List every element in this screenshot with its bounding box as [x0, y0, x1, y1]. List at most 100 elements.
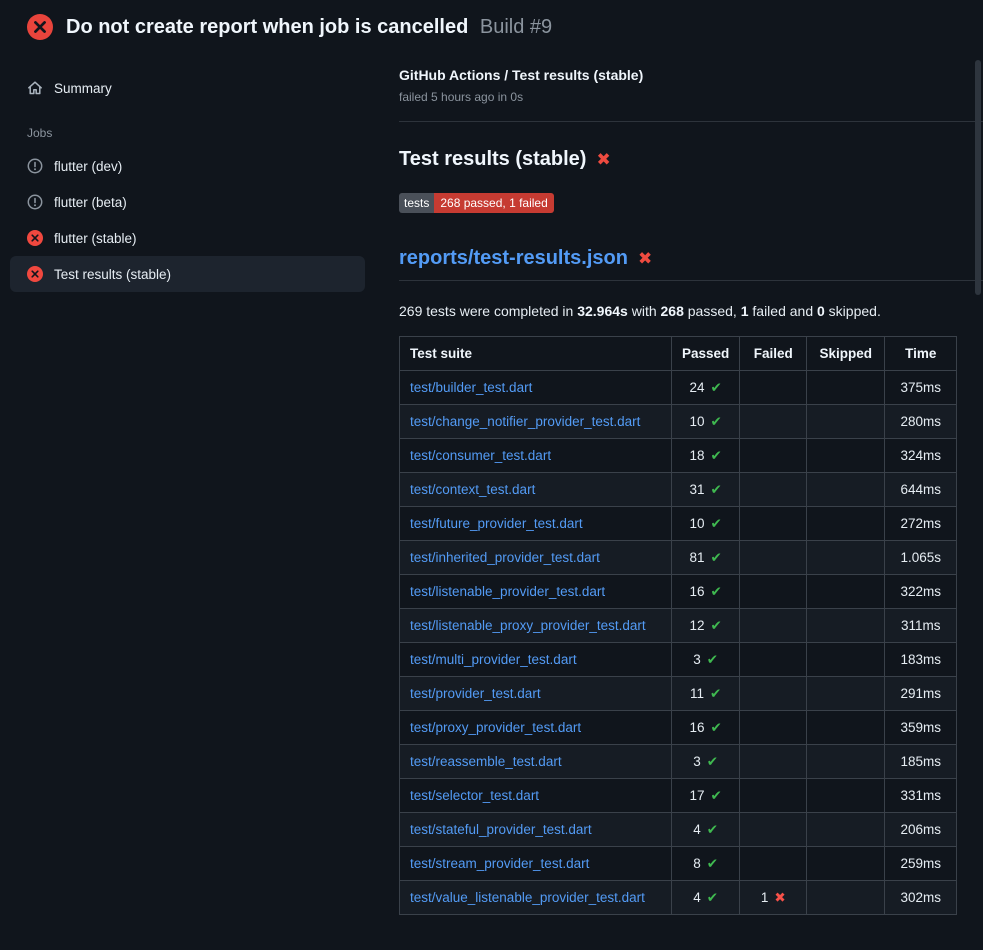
- check-icon: ✔: [711, 482, 722, 498]
- test-suite-link[interactable]: test/value_listenable_provider_test.dart: [410, 890, 645, 905]
- skipped-cell: [807, 847, 885, 881]
- scrollbar-thumb[interactable]: [975, 60, 981, 295]
- summary-failed: 1: [741, 303, 749, 319]
- failed-count-cell: [740, 473, 807, 507]
- column-header: Failed: [740, 337, 807, 371]
- sidebar-item-flutter-stable[interactable]: flutter (stable): [10, 220, 365, 256]
- passed-count-cell: 12✔: [672, 609, 740, 643]
- report-link[interactable]: reports/test-results.json: [399, 247, 628, 270]
- table-row: test/context_test.dart31✔644ms: [400, 473, 957, 507]
- summary-segment: skipped.: [825, 303, 881, 319]
- test-suite-cell: test/consumer_test.dart: [400, 439, 672, 473]
- passed-count: 4: [693, 822, 701, 837]
- test-suite-cell: test/provider_test.dart: [400, 677, 672, 711]
- divider: [399, 121, 983, 122]
- time-cell: 375ms: [885, 371, 957, 405]
- test-suite-cell: test/builder_test.dart: [400, 371, 672, 405]
- summary-segment: failed and: [749, 303, 818, 319]
- time-cell: 311ms: [885, 609, 957, 643]
- time-cell: 259ms: [885, 847, 957, 881]
- summary-segment: with: [628, 303, 661, 319]
- failed-count-cell: [740, 813, 807, 847]
- check-icon: ✔: [707, 754, 718, 770]
- check-icon: ✔: [711, 380, 722, 396]
- test-suite-link[interactable]: test/reassemble_test.dart: [410, 754, 562, 769]
- test-suite-link[interactable]: test/multi_provider_test.dart: [410, 652, 577, 667]
- passed-count: 18: [689, 448, 704, 463]
- build-header: Do not create report when job is cancell…: [0, 0, 983, 50]
- test-suite-link[interactable]: test/provider_test.dart: [410, 686, 541, 701]
- time-cell: 359ms: [885, 711, 957, 745]
- test-suite-cell: test/stream_provider_test.dart: [400, 847, 672, 881]
- test-suite-link[interactable]: test/selector_test.dart: [410, 788, 539, 803]
- x-icon: ✖: [774, 890, 785, 906]
- time-cell: 324ms: [885, 439, 957, 473]
- sidebar-item-label: flutter (stable): [54, 231, 137, 246]
- test-suite-cell: test/stateful_provider_test.dart: [400, 813, 672, 847]
- test-suite-link[interactable]: test/inherited_provider_test.dart: [410, 550, 600, 565]
- test-suite-link[interactable]: test/future_provider_test.dart: [410, 516, 583, 531]
- sidebar-item-flutter-dev[interactable]: flutter (dev): [10, 148, 365, 184]
- test-suite-link[interactable]: test/stream_provider_test.dart: [410, 856, 589, 871]
- time-cell: 331ms: [885, 779, 957, 813]
- table-row: test/listenable_proxy_provider_test.dart…: [400, 609, 957, 643]
- check-icon: ✔: [711, 788, 722, 804]
- results-table-body: test/builder_test.dart24✔375mstest/chang…: [400, 371, 957, 915]
- failed-count-cell: [740, 745, 807, 779]
- sidebar-item-test-results-stable[interactable]: Test results (stable): [10, 256, 365, 292]
- failed-count-cell: [740, 779, 807, 813]
- passed-count-cell: 17✔: [672, 779, 740, 813]
- test-suite-link[interactable]: test/listenable_provider_test.dart: [410, 584, 605, 599]
- passed-count-cell: 31✔: [672, 473, 740, 507]
- failed-count-cell: [740, 371, 807, 405]
- test-suite-link[interactable]: test/context_test.dart: [410, 482, 535, 497]
- skipped-cell: [807, 677, 885, 711]
- badge-label: tests: [399, 193, 434, 213]
- skipped-cell: [807, 575, 885, 609]
- test-suite-cell: test/change_notifier_provider_test.dart: [400, 405, 672, 439]
- passed-count-cell: 81✔: [672, 541, 740, 575]
- skipped-cell: [807, 609, 885, 643]
- page-title: Do not create report when job is cancell…: [66, 16, 552, 39]
- test-suite-link[interactable]: test/stateful_provider_test.dart: [410, 822, 592, 837]
- check-icon: ✔: [711, 618, 722, 634]
- table-row: test/change_notifier_provider_test.dart1…: [400, 405, 957, 439]
- sidebar-item-label: Test results (stable): [54, 267, 171, 282]
- passed-count-cell: 10✔: [672, 507, 740, 541]
- time-cell: 183ms: [885, 643, 957, 677]
- summary-passed: 268: [661, 303, 684, 319]
- summary-segment: passed,: [684, 303, 741, 319]
- test-suite-cell: test/inherited_provider_test.dart: [400, 541, 672, 575]
- test-suite-link[interactable]: test/listenable_proxy_provider_test.dart: [410, 618, 646, 633]
- sidebar-item-flutter-beta[interactable]: flutter (beta): [10, 184, 365, 220]
- test-suite-link[interactable]: test/consumer_test.dart: [410, 448, 551, 463]
- test-suite-link[interactable]: test/change_notifier_provider_test.dart: [410, 414, 640, 429]
- test-suite-cell: test/proxy_provider_test.dart: [400, 711, 672, 745]
- failed-count-cell: [740, 677, 807, 711]
- tests-badge: tests 268 passed, 1 failed: [399, 193, 554, 213]
- failed-count-cell: [740, 643, 807, 677]
- passed-count-cell: 4✔: [672, 881, 740, 915]
- failed-count-cell: [740, 405, 807, 439]
- skipped-cell: [807, 473, 885, 507]
- sidebar-item-summary[interactable]: Summary: [10, 70, 365, 106]
- column-header: Passed: [672, 337, 740, 371]
- test-suite-link[interactable]: test/builder_test.dart: [410, 380, 532, 395]
- table-row: test/selector_test.dart 17✔ 331ms: [400, 779, 957, 813]
- failed-count-cell: [740, 507, 807, 541]
- table-row: test/provider_test.dart11✔291ms: [400, 677, 957, 711]
- passed-count-cell: 11✔: [672, 677, 740, 711]
- report-heading: reports/test-results.json ✖: [399, 247, 983, 281]
- failed-count-cell: [740, 575, 807, 609]
- passed-count-cell: 4✔: [672, 813, 740, 847]
- check-icon: ✔: [707, 822, 718, 838]
- skipped-cell: [807, 745, 885, 779]
- time-cell: 1.065s: [885, 541, 957, 575]
- build-name: Do not create report when job is cancell…: [66, 16, 468, 38]
- passed-count-cell: 18✔: [672, 439, 740, 473]
- test-suite-link[interactable]: test/proxy_provider_test.dart: [410, 720, 581, 735]
- table-row: test/consumer_test.dart 18✔ 324ms: [400, 439, 957, 473]
- table-row: test/reassemble_test.dart3✔185ms: [400, 745, 957, 779]
- x-icon: ✖: [596, 150, 610, 170]
- test-suite-cell: test/listenable_provider_test.dart: [400, 575, 672, 609]
